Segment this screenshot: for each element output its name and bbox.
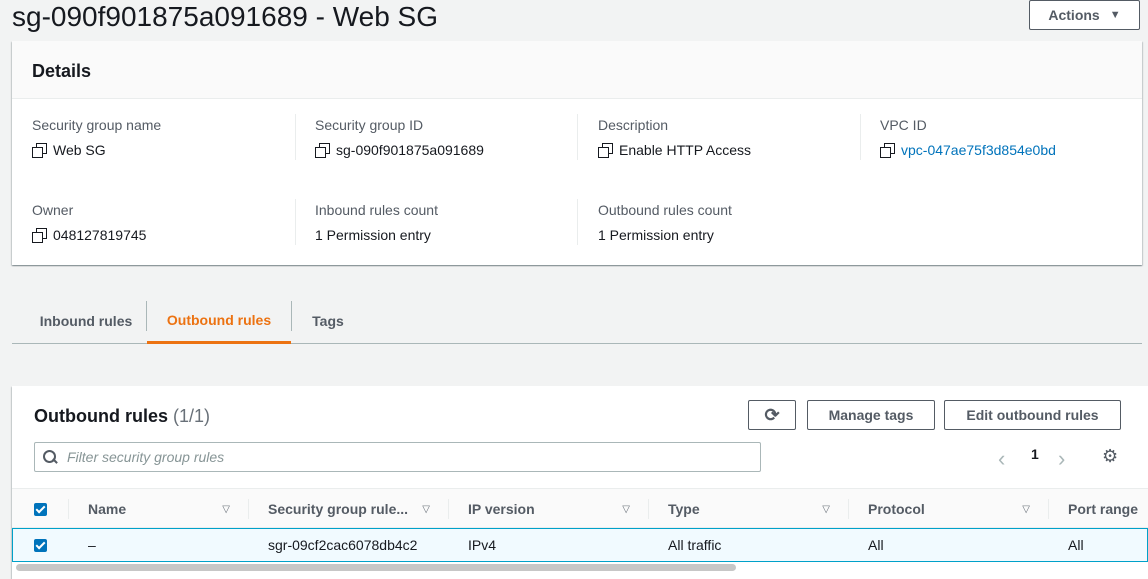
sort-icon: ▽ <box>822 503 830 515</box>
column-header-type[interactable]: Type ▽ <box>668 489 848 529</box>
tab-inbound-rules[interactable]: Inbound rules <box>24 298 148 344</box>
sort-icon: ▽ <box>1022 503 1030 515</box>
column-label: Name <box>88 501 127 517</box>
rules-title: Outbound rules <box>34 406 168 426</box>
cell-name: – <box>88 537 96 553</box>
field-value: 048127819745 <box>53 227 147 243</box>
field-label: Description <box>598 117 669 133</box>
details-panel: Details Security group name Web SG Secur… <box>12 41 1142 265</box>
row-checkbox[interactable] <box>34 529 47 561</box>
column-divider <box>448 499 449 519</box>
rules-heading: Outbound rules (1/1) <box>34 406 210 427</box>
copy-icon[interactable] <box>32 228 47 243</box>
vpc-id-link[interactable]: vpc-047ae75f3d854e0bd <box>901 141 1056 159</box>
copy-icon[interactable] <box>880 143 895 158</box>
filter-box <box>34 442 761 472</box>
column-divider <box>577 199 578 245</box>
field-value: 1 Permission entry <box>315 227 431 243</box>
copy-icon[interactable] <box>32 143 47 158</box>
checkbox-icon <box>34 538 47 552</box>
refresh-button[interactable]: ⟳ <box>748 400 796 430</box>
outbound-rules-panel: Outbound rules (1/1) ⟳ Manage tags Edit … <box>12 386 1148 579</box>
actions-button[interactable]: Actions ▼ <box>1029 0 1140 30</box>
column-header-port-range[interactable]: Port range <box>1068 489 1148 529</box>
column-header-protocol[interactable]: Protocol ▽ <box>868 489 1048 529</box>
tab-separator <box>291 301 292 331</box>
sort-icon: ▽ <box>622 503 630 515</box>
manage-tags-button[interactable]: Manage tags <box>807 400 935 430</box>
column-divider <box>860 114 861 160</box>
chevron-left-icon[interactable]: ‹ <box>998 446 1005 472</box>
table-header: Name ▽ Security group rule... ▽ IP versi… <box>12 488 1148 528</box>
field-inbound-count: Inbound rules count 1 Permission entry <box>315 201 438 244</box>
cell-type: All traffic <box>668 537 722 553</box>
cell-protocol: All <box>868 537 884 553</box>
field-label: VPC ID <box>880 117 927 133</box>
field-vpc-id: VPC ID vpc-047ae75f3d854e0bd <box>880 116 1056 159</box>
sort-icon: ▽ <box>222 503 230 515</box>
tab-tags[interactable]: Tags <box>294 298 362 344</box>
field-value: sg-090f901875a091689 <box>336 142 484 158</box>
field-label: Inbound rules count <box>315 202 438 218</box>
column-divider <box>295 114 296 160</box>
column-divider <box>1048 499 1049 519</box>
column-label: Security group rule... <box>268 501 409 517</box>
field-description: Description Enable HTTP Access <box>598 116 751 159</box>
cell-port-range: All <box>1068 537 1084 553</box>
column-label: Protocol <box>868 501 925 517</box>
column-divider <box>295 199 296 245</box>
edit-outbound-rules-button[interactable]: Edit outbound rules <box>944 400 1121 430</box>
filter-input[interactable] <box>67 449 707 465</box>
tab-outbound-rules[interactable]: Outbound rules <box>147 298 291 344</box>
copy-icon[interactable] <box>598 143 613 158</box>
gear-icon[interactable]: ⚙ <box>1102 446 1118 467</box>
cell-ip-version: IPv4 <box>468 537 497 553</box>
field-value: 1 Permission entry <box>598 227 714 243</box>
tab-bar: Inbound rules Outbound rules Tags <box>12 298 1142 344</box>
actions-label: Actions <box>1048 7 1100 23</box>
page-title: sg-090f901875a091689 - Web SG <box>12 1 439 32</box>
field-owner: Owner 048127819745 <box>32 201 146 244</box>
column-divider <box>848 499 849 519</box>
table-row[interactable]: – sgr-09cf2cac6078db4c2 IPv4 All traffic… <box>12 528 1148 562</box>
field-sg-name: Security group name Web SG <box>32 116 161 159</box>
field-label: Security group ID <box>315 117 424 133</box>
column-divider <box>577 114 578 160</box>
column-label: IP version <box>468 501 535 517</box>
sort-icon: ▽ <box>422 503 430 515</box>
column-label: Type <box>668 501 700 517</box>
field-label: Owner <box>32 202 74 218</box>
details-header: Details <box>12 41 1142 99</box>
field-label: Security group name <box>32 117 162 133</box>
column-header-ip-version[interactable]: IP version ▽ <box>468 489 648 529</box>
column-header-name[interactable]: Name ▽ <box>88 489 248 529</box>
column-header-rule-id[interactable]: Security group rule... ▽ <box>268 489 448 529</box>
checkbox-icon <box>34 502 47 516</box>
field-label: Outbound rules count <box>598 202 732 218</box>
horizontal-scrollbar[interactable] <box>16 564 736 571</box>
field-value: Web SG <box>53 142 106 158</box>
field-value: Enable HTTP Access <box>619 142 752 158</box>
column-divider <box>648 499 649 519</box>
page-number[interactable]: 1 <box>1031 446 1039 462</box>
refresh-icon: ⟳ <box>764 404 780 425</box>
caret-down-icon: ▼ <box>1109 9 1121 21</box>
rules-count: (1/1) <box>173 406 211 426</box>
column-divider <box>68 499 69 519</box>
chevron-right-icon[interactable]: › <box>1058 446 1065 472</box>
copy-icon[interactable] <box>315 143 330 158</box>
field-sg-id: Security group ID sg-090f901875a091689 <box>315 116 484 159</box>
column-divider <box>248 499 249 519</box>
field-outbound-count: Outbound rules count 1 Permission entry <box>598 201 732 244</box>
cell-rule-id: sgr-09cf2cac6078db4c2 <box>268 537 418 553</box>
search-icon <box>43 450 57 464</box>
column-label: Port range <box>1068 501 1139 517</box>
